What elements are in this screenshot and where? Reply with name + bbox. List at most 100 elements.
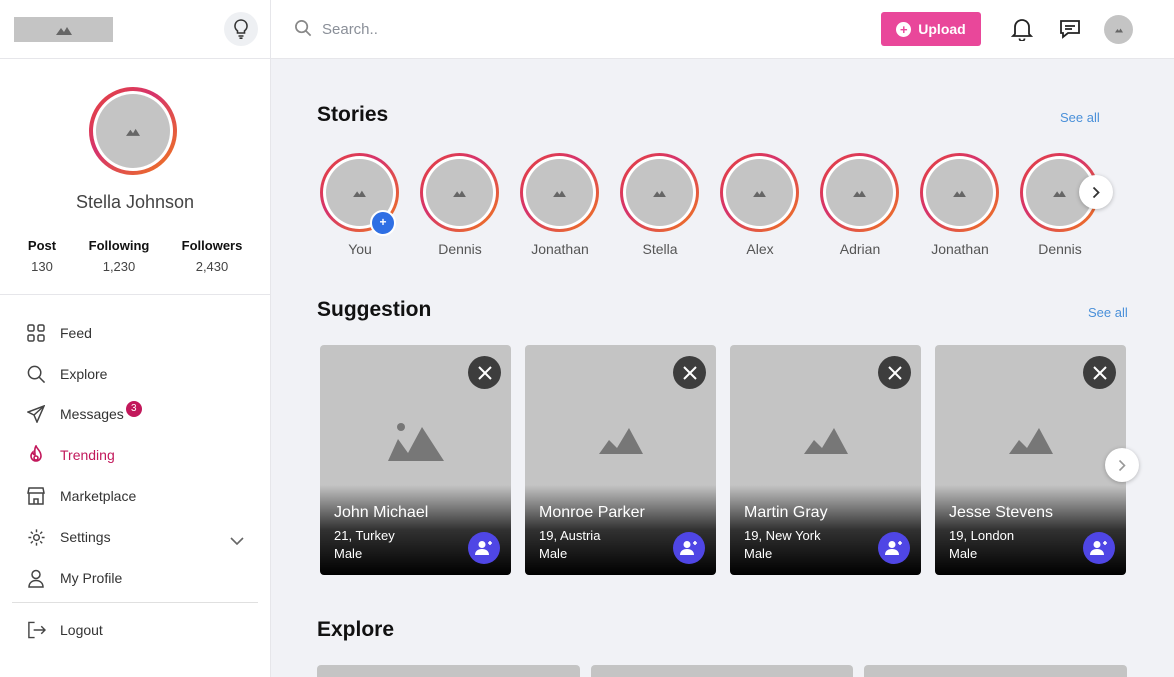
story-item[interactable]: Jonathan xyxy=(520,153,600,257)
profile-name: Stella Johnson xyxy=(75,192,195,212)
sidebar-item-messages[interactable]: Messages 3 xyxy=(26,401,142,426)
sidebar-item-trending[interactable]: Trending xyxy=(26,443,115,467)
add-user-icon xyxy=(680,541,697,555)
store-icon xyxy=(26,486,46,506)
explore-tile[interactable] xyxy=(591,665,853,677)
sidebar-item-explore[interactable]: Explore xyxy=(26,362,107,386)
plus-icon: + xyxy=(896,21,912,37)
story-item[interactable]: Jonathan xyxy=(920,153,1000,257)
lightbulb-icon xyxy=(234,19,248,39)
stat-label: Following xyxy=(88,238,150,253)
story-item[interactable]: Stella xyxy=(620,153,700,257)
bell-icon[interactable] xyxy=(1011,17,1033,41)
sidebar-item-label: Feed xyxy=(60,325,92,341)
stat-posts: Post 130 xyxy=(22,238,62,274)
search-input[interactable] xyxy=(322,17,622,41)
user-icon xyxy=(26,568,46,588)
header-divider xyxy=(270,0,271,59)
sidebar-item-settings[interactable]: Settings xyxy=(26,525,111,549)
suggestion-title: Suggestion xyxy=(317,298,432,321)
avatar[interactable] xyxy=(1104,15,1133,44)
add-user-icon xyxy=(475,541,492,555)
story-name: Adrian xyxy=(839,241,881,257)
add-story-button[interactable]: + xyxy=(370,210,396,236)
sidebar-item-label: Messages xyxy=(60,406,124,422)
add-friend-button[interactable] xyxy=(878,532,910,564)
suggestion-location: 19, Austria xyxy=(539,528,601,543)
send-icon xyxy=(26,404,46,424)
explore-tile[interactable] xyxy=(864,665,1127,677)
sidebar-item-label: Trending xyxy=(60,447,115,463)
stat-label: Followers xyxy=(181,238,243,253)
close-icon xyxy=(682,365,697,380)
suggestion-card[interactable]: John Michael 21, Turkey Male xyxy=(320,345,511,575)
sidebar-item-my-profile[interactable]: My Profile xyxy=(26,566,122,590)
stat-value: 2,430 xyxy=(195,259,229,274)
suggestion-see-all-link[interactable]: See all xyxy=(1088,305,1128,320)
dismiss-button[interactable] xyxy=(878,356,911,389)
logo[interactable] xyxy=(14,17,113,42)
suggestion-location: 21, Turkey xyxy=(334,528,395,543)
sidebar-item-label: Explore xyxy=(60,366,108,382)
stat-value: 130 xyxy=(31,259,53,274)
stories-next-button[interactable] xyxy=(1079,175,1113,209)
suggestion-gender: Male xyxy=(744,546,773,561)
story-name: Alex xyxy=(746,241,774,257)
explore-tile[interactable] xyxy=(317,665,580,677)
chevron-down-icon[interactable] xyxy=(230,537,244,545)
story-name: Dennis xyxy=(438,241,482,257)
suggestion-location: 19, London xyxy=(949,528,1015,543)
upload-button[interactable]: + Upload xyxy=(881,12,981,46)
chevron-right-icon xyxy=(1118,459,1126,471)
messages-badge: 3 xyxy=(125,401,142,417)
stories-see-all-link[interactable]: See all xyxy=(1060,110,1100,125)
sidebar-item-feed[interactable]: Feed xyxy=(26,321,92,345)
chat-icon[interactable] xyxy=(1059,18,1081,40)
add-friend-button[interactable] xyxy=(468,532,500,564)
add-user-icon xyxy=(885,541,902,555)
sidebar-divider xyxy=(12,602,258,603)
add-friend-button[interactable] xyxy=(1083,532,1115,564)
upload-label: Upload xyxy=(918,21,966,37)
story-item[interactable]: Adrian xyxy=(820,153,900,257)
logout-icon xyxy=(26,620,46,640)
suggestion-card[interactable]: Jesse Stevens 19, London Male xyxy=(935,345,1126,575)
dismiss-button[interactable] xyxy=(1083,356,1116,389)
suggestion-name: Martin Gray xyxy=(744,504,828,521)
sidebar-item-label: Logout xyxy=(60,622,103,638)
suggestion-name: Monroe Parker xyxy=(539,504,645,521)
suggestion-next-button[interactable] xyxy=(1105,448,1139,482)
suggestion-gender: Male xyxy=(334,546,363,561)
profile-avatar[interactable] xyxy=(89,87,177,175)
close-icon xyxy=(887,365,902,380)
story-item[interactable]: Alex xyxy=(720,153,800,257)
explore-title: Explore xyxy=(317,618,395,641)
sidebar-item-label: My Profile xyxy=(60,570,123,586)
suggestion-card[interactable]: Monroe Parker 19, Austria Male xyxy=(525,345,716,575)
suggestion-location: 19, New York xyxy=(744,528,821,543)
sidebar-divider xyxy=(0,294,270,295)
story-name: Jonathan xyxy=(531,241,589,257)
chevron-right-icon xyxy=(1092,186,1100,198)
stat-label: Post xyxy=(27,238,57,253)
story-you[interactable]: + You xyxy=(320,153,400,257)
sidebar-item-logout[interactable]: Logout xyxy=(26,618,103,642)
search-icon xyxy=(26,364,46,384)
theme-toggle-button[interactable] xyxy=(224,12,258,46)
stat-value: 1,230 xyxy=(102,259,136,274)
dismiss-button[interactable] xyxy=(468,356,501,389)
dismiss-button[interactable] xyxy=(673,356,706,389)
gear-icon xyxy=(26,527,46,547)
flame-icon xyxy=(26,445,46,465)
sidebar-item-label: Marketplace xyxy=(60,488,137,504)
suggestion-card[interactable]: Martin Gray 19, New York Male xyxy=(730,345,921,575)
story-item[interactable]: Dennis xyxy=(420,153,500,257)
suggestion-name: John Michael xyxy=(334,504,429,521)
grid-icon xyxy=(26,323,46,343)
sidebar-item-marketplace[interactable]: Marketplace xyxy=(26,484,136,508)
story-name: You xyxy=(348,241,372,257)
add-user-icon xyxy=(1090,541,1107,555)
stat-followers: Followers 2,430 xyxy=(177,238,247,274)
close-icon xyxy=(1092,365,1107,380)
add-friend-button[interactable] xyxy=(673,532,705,564)
